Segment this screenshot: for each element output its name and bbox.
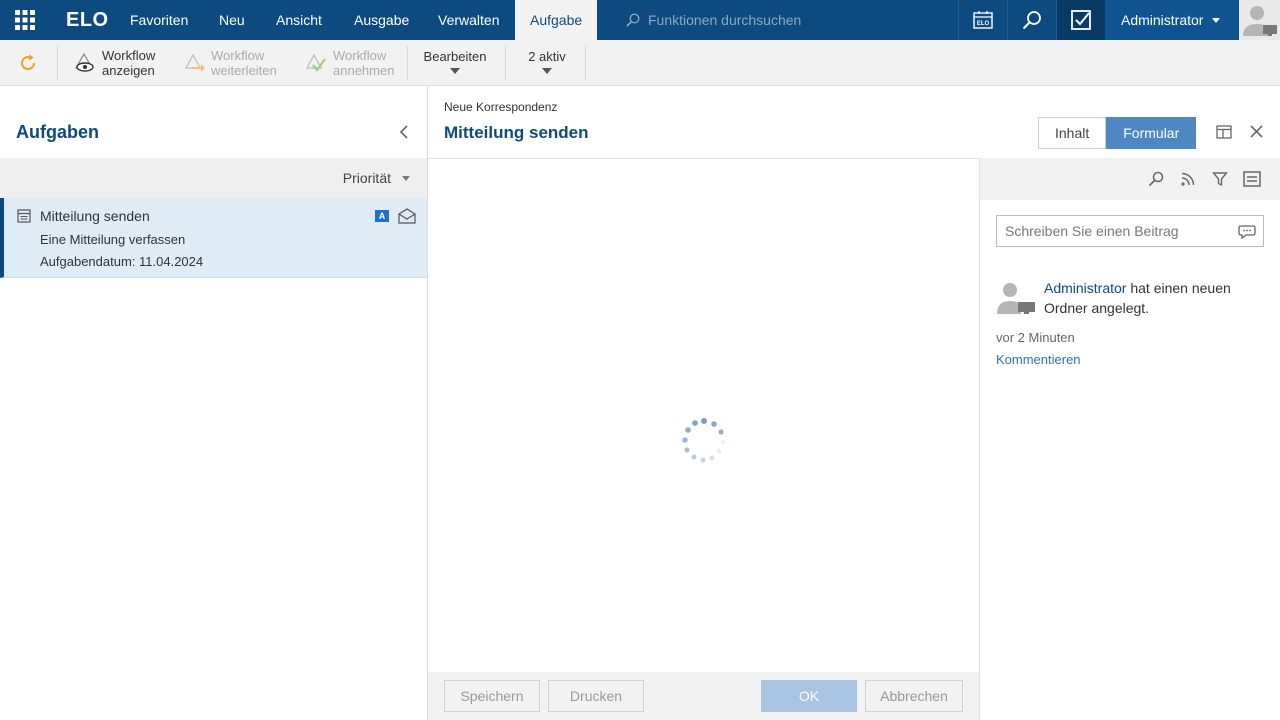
print-button[interactable]: Drucken xyxy=(548,680,644,712)
toolbar-separator xyxy=(505,46,506,80)
feed-user-link[interactable]: Administrator xyxy=(1044,280,1126,296)
comment-link[interactable]: Kommentieren xyxy=(996,352,1081,367)
aktiv-label: 2 aktiv xyxy=(528,49,566,64)
form-canvas xyxy=(428,158,980,672)
ribbon-toolbar: Workflow anzeigen Workflow weiterleiten … xyxy=(0,40,1280,86)
ok-button[interactable]: OK xyxy=(761,680,857,712)
tab-inhalt[interactable]: Inhalt xyxy=(1038,117,1107,149)
workflow-view-icon xyxy=(74,52,94,72)
toolbar-separator xyxy=(407,46,408,80)
aktiv-dropdown[interactable]: 2 aktiv xyxy=(520,40,574,86)
magnifier-icon xyxy=(1022,11,1041,30)
task-list-item[interactable]: Mitteilung senden Eine Mitteilung verfas… xyxy=(0,198,427,278)
nav-neu[interactable]: Neu xyxy=(219,0,245,40)
workflow-annehmen-line1: Workflow xyxy=(333,48,387,63)
tab-formular[interactable]: Formular xyxy=(1106,117,1197,149)
workflow-annehmen-button[interactable]: Workflow annehmen xyxy=(305,40,394,86)
user-avatar-icon xyxy=(1243,6,1277,36)
nav-verwalten[interactable]: Verwalten xyxy=(438,0,499,40)
form-footer: Speichern Drucken OK Abbrechen xyxy=(428,672,980,720)
svg-text:ELO: ELO xyxy=(977,21,990,27)
workflow-anzeigen-line1: Workflow xyxy=(102,48,156,63)
layout-icon[interactable] xyxy=(1216,125,1232,139)
chevron-down-icon xyxy=(450,68,460,74)
cancel-button[interactable]: Abbrechen xyxy=(865,680,963,712)
feed-timestamp: vor 2 Minuten xyxy=(996,330,1075,345)
workflow-weiterleiten-line2: weiterleiten xyxy=(211,63,277,78)
document-view: Neue Korrespondenz Mitteilung senden Spe… xyxy=(428,86,980,720)
bearbeiten-label: Bearbeiten xyxy=(423,49,487,64)
nav-ansicht[interactable]: Ansicht xyxy=(276,0,322,40)
view-tabs: Inhalt Formular xyxy=(1038,117,1197,149)
post-input[interactable]: Schreiben Sie einen Beitrag xyxy=(996,215,1264,247)
tasks-button[interactable] xyxy=(1056,0,1105,40)
workflow-weiterleiten-line1: Workflow xyxy=(211,48,265,63)
chevron-left-icon xyxy=(399,125,408,139)
sort-priority-dropdown[interactable]: Priorität xyxy=(343,170,391,186)
rss-icon[interactable] xyxy=(1180,171,1196,187)
toolbar-separator xyxy=(57,46,58,80)
document-title: Mitteilung senden xyxy=(444,123,589,142)
app-launcher-icon[interactable] xyxy=(0,0,50,40)
filter-icon[interactable] xyxy=(1212,171,1228,187)
search-icon[interactable] xyxy=(1148,171,1164,187)
sort-bar: Priorität xyxy=(0,158,427,198)
tasks-title: Aufgaben xyxy=(16,122,99,142)
feed-entry-text: Administrator hat einen neuen Ordner ang… xyxy=(1044,278,1264,318)
tasks-panel: Aufgaben Priorität Mitteilung senden Ein… xyxy=(0,86,428,720)
elo-calendar-button[interactable]: ELO xyxy=(958,0,1007,40)
elo-calendar-icon: ELO xyxy=(973,11,993,29)
collapse-panel-button[interactable] xyxy=(398,124,410,143)
document-subtitle: Neue Korrespondenz xyxy=(444,100,558,114)
feed-panel: Schreiben Sie einen Beitrag Administrato… xyxy=(980,158,1280,720)
user-avatar[interactable] xyxy=(1239,0,1280,40)
workflow-anzeigen-button[interactable]: Workflow anzeigen xyxy=(74,40,155,86)
mail-open-icon xyxy=(398,208,416,224)
workflow-anzeigen-line2: anzeigen xyxy=(102,63,155,78)
loading-spinner-icon xyxy=(682,418,726,463)
workflow-accept-icon xyxy=(305,53,326,72)
search-placeholder: Funktionen durchsuchen xyxy=(648,12,802,28)
task-title: Mitteilung senden xyxy=(40,208,150,224)
nav-ausgabe[interactable]: Ausgabe xyxy=(354,0,409,40)
nav-aufgabe[interactable]: Aufgabe xyxy=(515,0,598,40)
workflow-forward-icon xyxy=(184,53,205,72)
refresh-icon xyxy=(21,54,36,71)
elo-logo: ELO xyxy=(66,9,109,31)
form-icon xyxy=(17,209,31,223)
feed-toolbar xyxy=(980,158,1280,200)
post-placeholder: Schreiben Sie einen Beitrag xyxy=(1005,223,1179,239)
feed-view-icon[interactable] xyxy=(1243,171,1261,187)
search-icon xyxy=(626,13,640,27)
priority-badge: A xyxy=(375,210,389,222)
task-date: Aufgabendatum: 11.04.2024 xyxy=(40,254,204,269)
task-description: Eine Mitteilung verfassen xyxy=(40,232,186,247)
function-search-input[interactable]: Funktionen durchsuchen xyxy=(596,0,958,40)
nav-favoriten[interactable]: Favoriten xyxy=(130,0,188,40)
refresh-button[interactable] xyxy=(18,40,38,86)
bearbeiten-dropdown[interactable]: Bearbeiten xyxy=(420,40,490,86)
toolbar-separator xyxy=(585,46,586,80)
workflow-weiterleiten-button[interactable]: Workflow weiterleiten xyxy=(184,40,277,86)
user-avatar-icon xyxy=(997,283,1035,314)
user-menu[interactable]: Administrator xyxy=(1105,0,1239,40)
chevron-down-icon[interactable] xyxy=(402,176,410,181)
save-button[interactable]: Speichern xyxy=(444,680,540,712)
chevron-down-icon xyxy=(542,68,552,74)
search-button[interactable] xyxy=(1007,0,1056,40)
close-icon[interactable] xyxy=(1250,125,1263,138)
user-name: Administrator xyxy=(1121,12,1204,28)
checkbox-checked-icon xyxy=(1071,10,1091,30)
speech-bubble-icon[interactable] xyxy=(1238,224,1256,240)
workflow-annehmen-line2: annehmen xyxy=(333,63,395,78)
chevron-down-icon xyxy=(1212,17,1221,23)
top-navigation: ELO Favoriten Neu Ansicht Ausgabe Verwal… xyxy=(0,0,1280,40)
